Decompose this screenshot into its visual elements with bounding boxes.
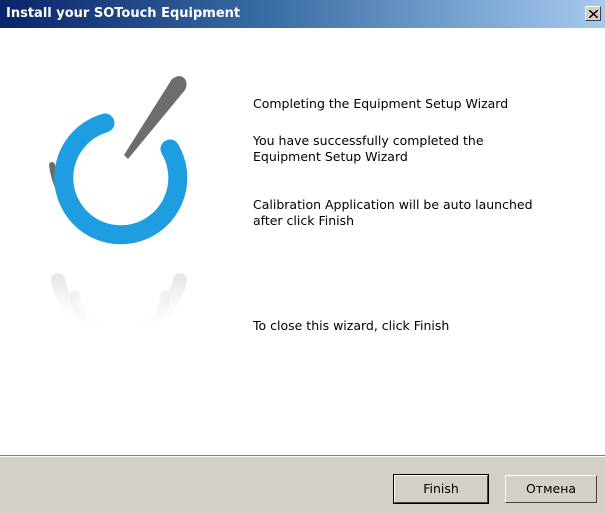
close-button[interactable] [585,6,601,21]
completion-heading: Completing the Equipment Setup Wizard [253,96,508,112]
calibration-line-2: after click Finish [253,213,355,228]
success-line-1: You have successfully completed the [253,133,484,148]
finish-button-label: Finish [423,481,459,496]
wizard-window: Install your SOTouch Equipment Completin… [0,0,605,513]
close-icon [589,10,598,18]
button-bar: Finish Отмена [0,456,605,513]
finish-button[interactable]: Finish [393,474,489,504]
success-line-2: Equipment Setup Wizard [253,149,408,164]
window-title: Install your SOTouch Equipment [6,6,241,21]
calibration-notice: Calibration Application will be auto lau… [253,197,533,229]
cancel-button[interactable]: Отмена [505,475,597,503]
title-bar[interactable]: Install your SOTouch Equipment [0,0,605,28]
calibration-line-1: Calibration Application will be auto lau… [253,197,533,212]
heading-text: Completing the Equipment Setup Wizard [253,96,509,111]
cancel-button-label: Отмена [525,481,577,496]
close-hint: To close this wizard, click Finish [253,318,449,334]
close-hint-text: To close this wizard, click Finish [253,318,450,333]
success-message: You have successfully completed the Equi… [253,133,484,165]
sotouch-logo [49,76,188,340]
